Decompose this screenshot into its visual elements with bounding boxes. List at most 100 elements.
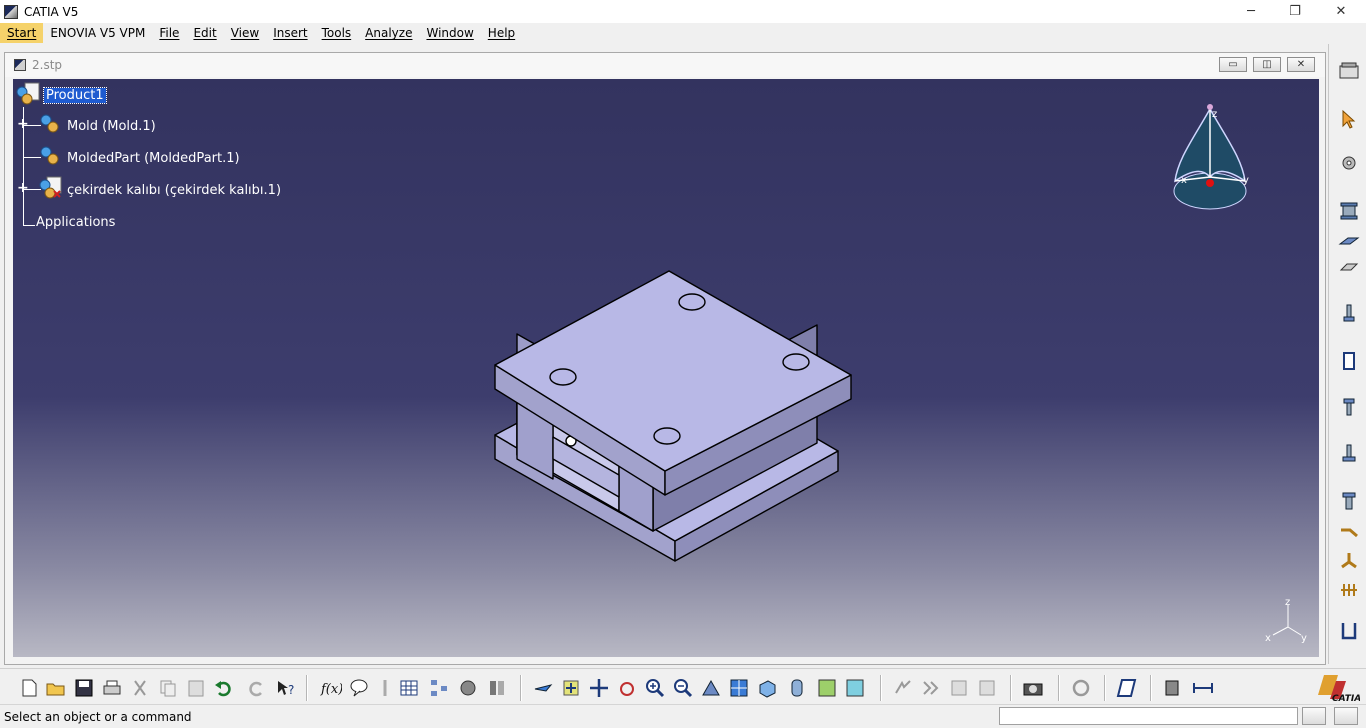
plate-icon[interactable] — [1338, 230, 1360, 252]
rotate-icon[interactable] — [616, 677, 638, 699]
cooling-channel-icon[interactable] — [1338, 578, 1360, 600]
menu-window[interactable]: Window — [419, 23, 480, 43]
menu-bar: Start ENOVIA V5 VPM File Edit View Inser… — [0, 23, 1366, 43]
paste-icon[interactable] — [185, 677, 207, 699]
whats-this-icon[interactable]: ? — [274, 677, 296, 699]
triad-x-label: x — [1265, 633, 1271, 644]
formula-icon[interactable]: f(x) — [320, 677, 342, 699]
fly-mode-icon[interactable] — [532, 677, 554, 699]
menu-analyze[interactable]: Analyze — [358, 23, 419, 43]
document-icon — [14, 59, 26, 71]
close-button[interactable]: ✕ — [1318, 0, 1364, 23]
restore-button[interactable]: ❐ — [1272, 0, 1318, 23]
sprue-bushing-icon[interactable] — [1338, 396, 1360, 418]
cavity-icon[interactable] — [1338, 620, 1360, 642]
product-structure-icon[interactable] — [457, 677, 479, 699]
copy-icon[interactable] — [157, 677, 179, 699]
bottom-toolbar: ? f(x) CATIA — [0, 668, 1366, 704]
triad-y-label: y — [1301, 633, 1307, 644]
doc-minimize-button[interactable]: ▭ — [1219, 57, 1247, 72]
undo-icon[interactable] — [213, 677, 235, 699]
status-button-1[interactable] — [1302, 707, 1326, 725]
document-window: 2.stp ▭ ◫ ✕ Product1 + Mold (Mold.1) Mol… — [4, 52, 1326, 665]
mold-base-icon[interactable] — [1338, 200, 1360, 222]
scene-icon[interactable] — [1116, 677, 1138, 699]
doc-close-button[interactable]: ✕ — [1287, 57, 1315, 72]
zoom-in-icon[interactable] — [644, 677, 666, 699]
menu-file[interactable]: File — [152, 23, 186, 43]
multi-view-icon[interactable] — [728, 677, 750, 699]
knowledge-advisor-icon[interactable] — [348, 677, 370, 699]
catia-logo-icon: CATIA — [1318, 675, 1360, 703]
zoom-out-icon[interactable] — [672, 677, 694, 699]
pan-icon[interactable] — [588, 677, 610, 699]
tree-expand-icon[interactable] — [428, 677, 450, 699]
new-file-icon[interactable] — [18, 677, 40, 699]
save-icon[interactable] — [73, 677, 95, 699]
normal-view-icon[interactable] — [700, 677, 722, 699]
disabled-tool-4-icon[interactable] — [976, 677, 998, 699]
menu-enovia[interactable]: ENOVIA V5 VPM — [43, 23, 152, 43]
locating-ring-icon[interactable] — [1338, 442, 1360, 464]
iso-view-icon[interactable] — [756, 677, 778, 699]
disabled-tool-3-icon[interactable] — [948, 677, 970, 699]
command-input[interactable] — [999, 707, 1298, 725]
tree-root-product1[interactable]: Product1 — [43, 87, 107, 104]
parameter-icon[interactable] — [374, 677, 396, 699]
status-button-2[interactable] — [1334, 707, 1358, 725]
app-title: CATIA V5 — [24, 4, 79, 19]
core-mold-component-icon — [39, 176, 62, 199]
insert-component-icon[interactable] — [1162, 677, 1184, 699]
tree-item-molded-part[interactable]: MoldedPart (MoldedPart.1) — [67, 151, 240, 166]
split-icon[interactable] — [486, 677, 508, 699]
minimize-button[interactable]: ─ — [1228, 0, 1274, 23]
gate-icon[interactable] — [1338, 550, 1360, 572]
table-icon[interactable] — [398, 677, 420, 699]
document-title-bar: 2.stp ▭ ◫ ✕ — [5, 53, 1325, 77]
capture-camera-icon[interactable] — [1022, 677, 1044, 699]
3d-viewport[interactable]: Product1 + Mold (Mold.1) MoldedPart (Mol… — [13, 79, 1319, 657]
disabled-tool-2-icon[interactable] — [920, 677, 942, 699]
svg-text:f(x): f(x) — [320, 682, 342, 697]
runner-icon[interactable] — [1338, 522, 1360, 544]
ejector-pin-icon[interactable] — [1338, 302, 1360, 324]
menu-help[interactable]: Help — [481, 23, 522, 43]
menu-edit[interactable]: Edit — [186, 23, 223, 43]
gear-icon[interactable] — [1338, 152, 1360, 174]
shading-icon[interactable] — [786, 677, 808, 699]
tree-item-applications[interactable]: Applications — [36, 215, 115, 230]
mold-component-icon — [40, 114, 59, 133]
compass-z-label: z — [1212, 109, 1217, 120]
open-folder-icon[interactable] — [45, 677, 67, 699]
catalog-browser-icon[interactable] — [1338, 60, 1360, 82]
menu-start[interactable]: Start — [0, 23, 44, 43]
screw-icon[interactable] — [1338, 490, 1360, 512]
update-icon[interactable] — [1070, 677, 1092, 699]
disabled-tool-1-icon[interactable] — [892, 677, 914, 699]
select-arrow-icon[interactable] — [1338, 108, 1360, 130]
svg-text:CATIA: CATIA — [1332, 694, 1360, 703]
tree-item-core-mold[interactable]: çekirdek kalıbı (çekirdek kalıbı.1) — [67, 183, 281, 198]
redo-icon[interactable] — [245, 677, 267, 699]
compass-widget[interactable]: z x y — [1163, 99, 1253, 219]
slider-icon[interactable] — [1338, 256, 1360, 278]
fit-all-icon[interactable] — [560, 677, 582, 699]
menu-tools[interactable]: Tools — [315, 23, 359, 43]
expand-core-mold-icon[interactable]: + — [17, 181, 29, 195]
expand-mold-icon[interactable]: + — [17, 117, 29, 131]
hide-show-icon[interactable] — [816, 677, 838, 699]
molded-part-component-icon — [40, 146, 59, 165]
cut-icon[interactable] — [129, 677, 151, 699]
mold-3d-model[interactable] — [483, 179, 863, 579]
core-pin-icon[interactable] — [1338, 350, 1360, 372]
svg-text:?: ? — [288, 683, 294, 697]
swap-visible-space-icon[interactable] — [844, 677, 866, 699]
print-icon[interactable] — [101, 677, 123, 699]
menu-insert[interactable]: Insert — [266, 23, 314, 43]
compass-y-label: y — [1243, 175, 1249, 186]
doc-restore-button[interactable]: ◫ — [1253, 57, 1281, 72]
document-title: 2.stp — [32, 58, 63, 72]
tree-item-mold[interactable]: Mold (Mold.1) — [67, 119, 156, 134]
menu-view[interactable]: View — [224, 23, 266, 43]
measure-icon[interactable] — [1192, 677, 1214, 699]
